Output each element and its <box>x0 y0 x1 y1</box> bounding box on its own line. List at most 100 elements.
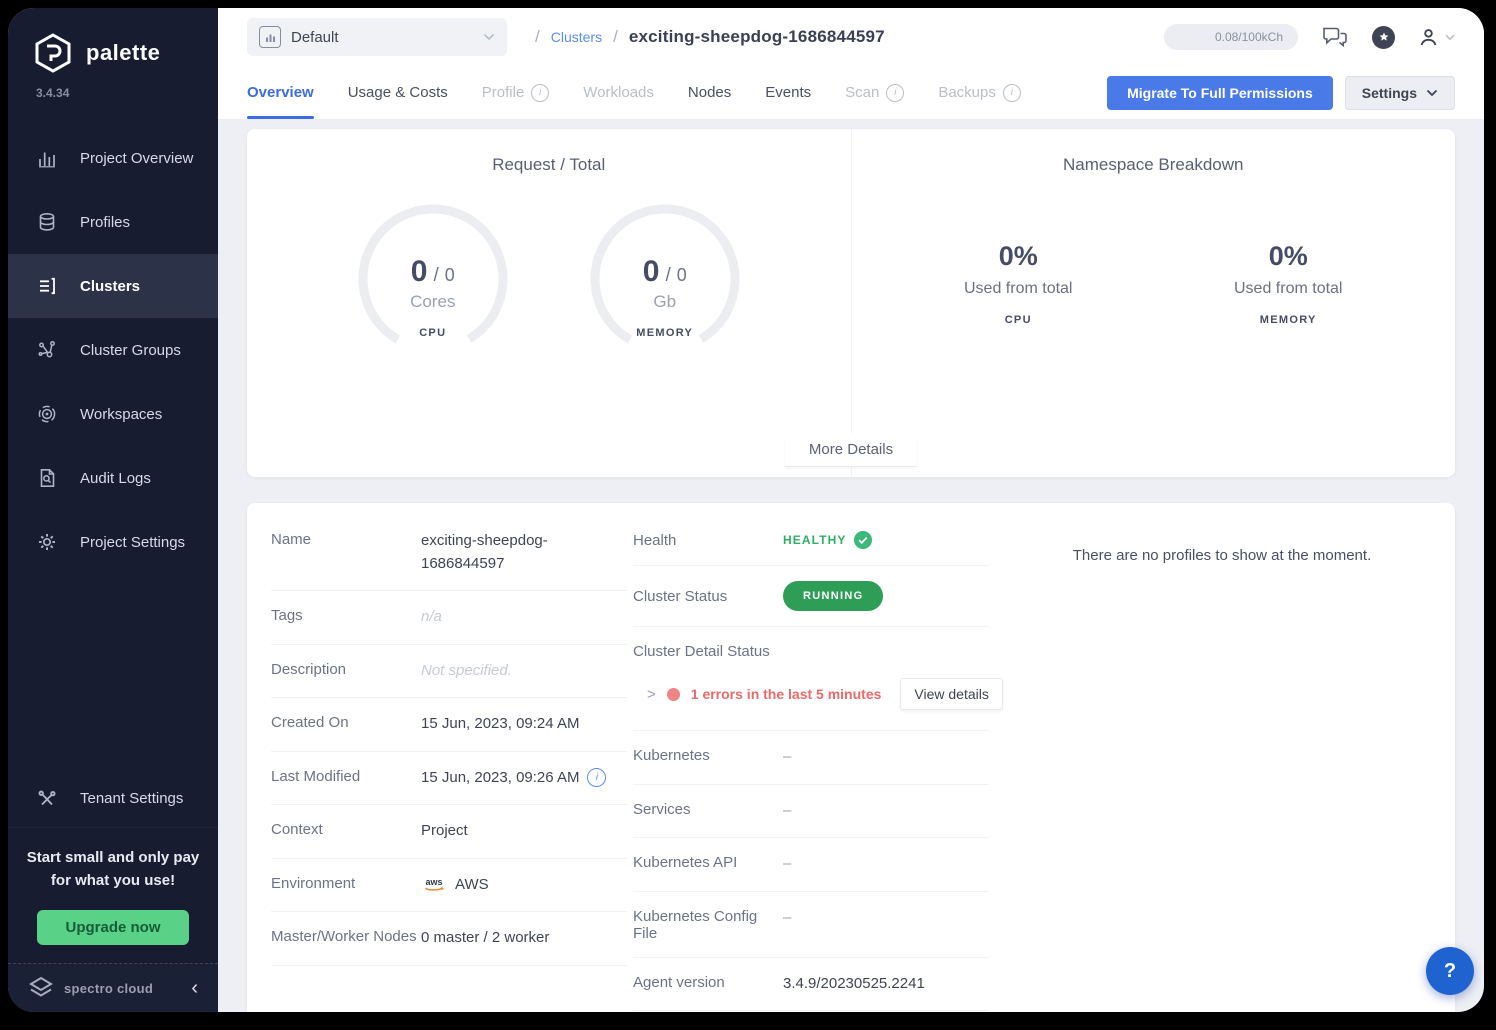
tab-label: Nodes <box>688 84 731 101</box>
details-card: Name exciting-sheepdog-1686844597 Tags n… <box>247 503 1455 1012</box>
namespace-cpu-caption: Used from total <box>933 280 1103 298</box>
tab-label: Backups <box>938 84 996 101</box>
page-title: exciting-sheepdog-1686844597 <box>629 27 885 47</box>
project-selector[interactable]: Default <box>247 18 507 56</box>
sidebar-item-label: Project Overview <box>80 150 193 167</box>
info-icon[interactable]: i <box>886 84 904 102</box>
chevron-down-icon <box>1445 34 1455 41</box>
row-label: Services <box>633 800 783 818</box>
settings-button[interactable]: Settings <box>1345 76 1455 110</box>
sidebar-item-tenant-settings[interactable]: Tenant Settings <box>8 771 218 827</box>
star-badge-icon[interactable] <box>1372 26 1395 49</box>
tab-label: Scan <box>845 84 879 101</box>
row-value: – <box>783 853 791 876</box>
cpu-label: CPU <box>419 327 446 339</box>
topbar: Default / Clusters / exciting-sheepdog-1… <box>247 8 1455 66</box>
detail-status-error-line: > 1 errors in the last 5 minutes View de… <box>633 678 989 710</box>
footer-brand-label: spectro cloud <box>64 981 181 996</box>
cpu-unit: Cores <box>410 292 455 312</box>
health-status-text: HEALTHY <box>783 533 846 547</box>
request-total-title: Request / Total <box>247 155 851 175</box>
row-value: 0 master / 2 worker <box>421 927 549 950</box>
sidebar-item-label: Audit Logs <box>80 470 151 487</box>
row-label: Master/Worker Nodes <box>271 927 421 945</box>
namespace-memory-caption: Used from total <box>1203 280 1373 298</box>
row-value: – <box>783 746 791 769</box>
row-value: n/a <box>421 606 442 629</box>
promo-line: for what you use! <box>16 869 210 892</box>
network-icon <box>36 339 58 361</box>
sidebar-item-project-overview[interactable]: Project Overview <box>8 126 218 190</box>
info-icon[interactable]: i <box>531 84 549 102</box>
migrate-permissions-button[interactable]: Migrate To Full Permissions <box>1107 76 1333 110</box>
row-label: Environment <box>271 874 421 892</box>
row-value: Project <box>421 820 468 843</box>
namespace-cpu-percent: 0% <box>933 241 1103 272</box>
more-details-button[interactable]: More Details <box>785 433 917 467</box>
row-label: Context <box>271 820 421 838</box>
tab-overview[interactable]: Overview <box>247 66 314 119</box>
document-search-icon <box>36 467 58 489</box>
svg-text:aws: aws <box>425 877 442 887</box>
row-label: Kubernetes Config File <box>633 907 783 942</box>
services-row: Services – <box>633 785 989 839</box>
detail-row-name: Name exciting-sheepdog-1686844597 <box>271 515 627 591</box>
namespace-cpu-label: CPU <box>933 314 1103 326</box>
sidebar: palette 3.4.34 Project Overview <box>8 8 218 1012</box>
breadcrumb-clusters-link[interactable]: Clusters <box>551 29 602 45</box>
cpu-gauge: 0 / 0 Cores CPU <box>353 201 513 369</box>
sidebar-item-profiles[interactable]: Profiles <box>8 190 218 254</box>
mini-chart-icon <box>259 26 281 48</box>
row-label: Health <box>633 531 783 549</box>
sidebar-item-clusters[interactable]: Clusters <box>8 254 218 318</box>
detail-row-description: Description Not specified. <box>271 645 627 699</box>
row-value: exciting-sheepdog-1686844597 <box>421 530 621 575</box>
row-label: Cluster Status <box>633 587 783 605</box>
user-menu[interactable] <box>1418 27 1455 48</box>
cluster-status-row: Cluster Status RUNNING <box>633 566 989 627</box>
kubernetes-config-row: Kubernetes Config File – <box>633 892 989 958</box>
expand-chevron-icon[interactable]: > <box>647 686 656 703</box>
tab-events[interactable]: Events <box>765 66 811 119</box>
content: Request / Total 0 / 0 <box>218 120 1484 1012</box>
sidebar-item-audit-logs[interactable]: Audit Logs <box>8 446 218 510</box>
status-column: Health HEALTHY Cluster S <box>627 515 989 1011</box>
tab-usage-costs[interactable]: Usage & Costs <box>348 66 448 119</box>
sidebar-item-workspaces[interactable]: Workspaces <box>8 382 218 446</box>
topbar-right: 0.08/100kCh <box>1164 24 1455 50</box>
kubernetes-row: Kubernetes – <box>633 731 989 785</box>
info-icon[interactable]: i <box>1003 84 1021 102</box>
tools-icon <box>36 788 58 810</box>
view-details-button[interactable]: View details <box>900 678 1002 710</box>
detail-row-last-modified: Last Modified 15 Jun, 2023, 09:26 AM i <box>271 752 627 806</box>
detail-status-label: Cluster Detail Status <box>633 643 989 660</box>
namespace-stats: 0% Used from total CPU 0% Used from tota… <box>852 241 1456 326</box>
namespace-memory-stat: 0% Used from total MEMORY <box>1203 241 1373 326</box>
memory-gauge-text: 0 / 0 Gb MEMORY <box>585 201 745 369</box>
cpu-total-value: 0 <box>445 265 455 286</box>
info-icon[interactable]: i <box>587 768 606 787</box>
project-selector-value: Default <box>291 29 473 46</box>
cpu-gauge-text: 0 / 0 Cores CPU <box>353 201 513 369</box>
row-label: Tags <box>271 606 421 624</box>
chat-icon[interactable] <box>1321 25 1349 49</box>
tab-nodes[interactable]: Nodes <box>688 66 731 119</box>
detail-row-tags: Tags n/a <box>271 591 627 645</box>
agent-version-row: Agent version 3.4.9/20230525.2241 <box>633 958 989 1012</box>
row-value: – <box>783 800 791 823</box>
error-dot-icon <box>667 688 680 701</box>
error-message: 1 errors in the last 5 minutes <box>691 686 882 702</box>
help-button[interactable]: ? <box>1426 947 1474 995</box>
brand: palette <box>8 8 218 74</box>
cluster-detail-status-section: Cluster Detail Status > 1 errors in the … <box>633 627 989 731</box>
aws-logo-icon: aws <box>421 876 447 894</box>
sidebar-item-cluster-groups[interactable]: Cluster Groups <box>8 318 218 382</box>
sidebar-item-project-settings[interactable]: Project Settings <box>8 510 218 574</box>
collapse-sidebar-icon[interactable]: ‹ <box>191 978 198 998</box>
row-value: Not specified. <box>421 660 512 683</box>
profiles-empty-message: There are no profiles to show at the mom… <box>1073 547 1371 564</box>
upgrade-promo: Start small and only pay for what you us… <box>8 827 218 897</box>
tab-label: Profile <box>482 84 525 101</box>
row-label: Last Modified <box>271 767 421 785</box>
upgrade-now-button[interactable]: Upgrade now <box>37 910 188 945</box>
